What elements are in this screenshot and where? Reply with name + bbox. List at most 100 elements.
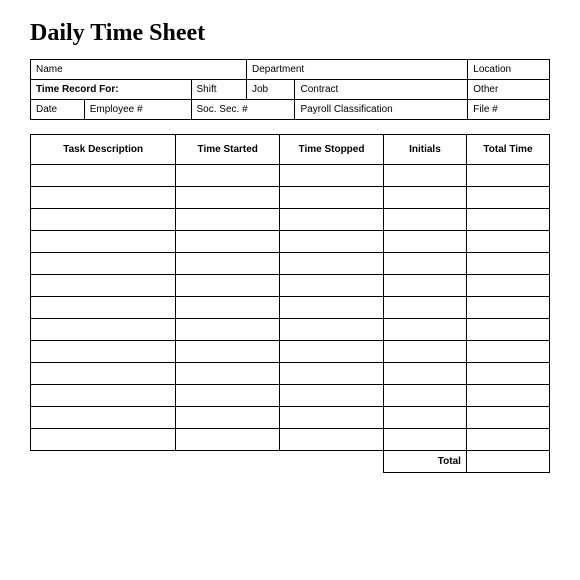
task-cell [31,187,176,209]
task-cell [280,341,384,363]
task-desc-header: Task Description [31,135,176,165]
task-cell [383,253,466,275]
task-row [31,319,550,341]
task-row [31,385,550,407]
payroll-label: Payroll Classification [295,100,468,120]
date-label: Date [31,100,85,120]
task-cell [383,363,466,385]
total-empty [31,451,176,473]
total-empty [280,451,384,473]
task-cell [31,385,176,407]
page-title: Daily Time Sheet [30,20,550,47]
header-row-2: Time Record For: Shift Job Contract Othe… [31,80,550,100]
task-row [31,275,550,297]
other-label: Other [468,80,550,100]
task-cell [383,407,466,429]
task-cell [31,275,176,297]
time-stopped-header: Time Stopped [280,135,384,165]
time-started-header: Time Started [176,135,280,165]
task-cell [280,429,384,451]
header-row-1: Name Department Location [31,60,550,80]
task-cell [176,253,280,275]
employee-label: Employee # [84,100,191,120]
task-cell [383,319,466,341]
task-cell [466,407,549,429]
task-cell [280,297,384,319]
task-cell [466,319,549,341]
task-cell [383,429,466,451]
task-cell [383,187,466,209]
task-cell [176,429,280,451]
task-row [31,407,550,429]
shift-label: Shift [191,80,246,100]
task-cell [280,363,384,385]
task-cell [466,297,549,319]
task-cell [280,385,384,407]
task-cell [280,165,384,187]
task-cell [280,209,384,231]
task-cell [383,275,466,297]
task-cell [466,187,549,209]
task-row [31,209,550,231]
time-record-label: Time Record For: [31,80,192,100]
task-cell [383,209,466,231]
task-cell [466,341,549,363]
task-cell [176,297,280,319]
task-cell [383,231,466,253]
task-row [31,297,550,319]
task-cell [31,209,176,231]
file-label: File # [468,100,550,120]
task-cell [176,209,280,231]
task-cell [466,231,549,253]
task-cell [280,187,384,209]
task-row [31,363,550,385]
task-cell [176,363,280,385]
task-cell [176,407,280,429]
task-cell [383,165,466,187]
task-cell [466,253,549,275]
task-cell [176,165,280,187]
task-row [31,187,550,209]
task-cell [176,275,280,297]
name-label: Name [31,60,247,80]
task-cell [280,253,384,275]
task-row [31,429,550,451]
task-cell [31,297,176,319]
initials-header: Initials [383,135,466,165]
task-header-row: Task Description Time Started Time Stopp… [31,135,550,165]
task-cell [466,165,549,187]
header-row-3: Date Employee # Soc. Sec. # Payroll Clas… [31,100,550,120]
task-cell [176,187,280,209]
task-cell [280,407,384,429]
task-cell [31,253,176,275]
task-cell [176,319,280,341]
task-table: Task Description Time Started Time Stopp… [30,134,550,473]
total-time-header: Total Time [466,135,549,165]
task-row [31,231,550,253]
info-table: Name Department Location Time Record For… [30,59,550,120]
task-cell [31,407,176,429]
contract-label: Contract [295,80,468,100]
task-cell [383,341,466,363]
task-cell [31,231,176,253]
task-row [31,253,550,275]
task-cell [466,429,549,451]
dept-label: Department [246,60,467,80]
total-value [466,451,549,473]
total-empty [176,451,280,473]
task-cell [466,275,549,297]
task-cell [31,165,176,187]
task-cell [31,363,176,385]
task-cell [280,231,384,253]
task-cell [176,231,280,253]
task-row [31,341,550,363]
loc-label: Location [468,60,550,80]
task-cell [466,385,549,407]
task-cell [466,363,549,385]
task-row [31,165,550,187]
task-cell [280,319,384,341]
task-cell [31,341,176,363]
total-label: Total [383,451,466,473]
task-cell [383,385,466,407]
soc-sec-label: Soc. Sec. # [191,100,295,120]
